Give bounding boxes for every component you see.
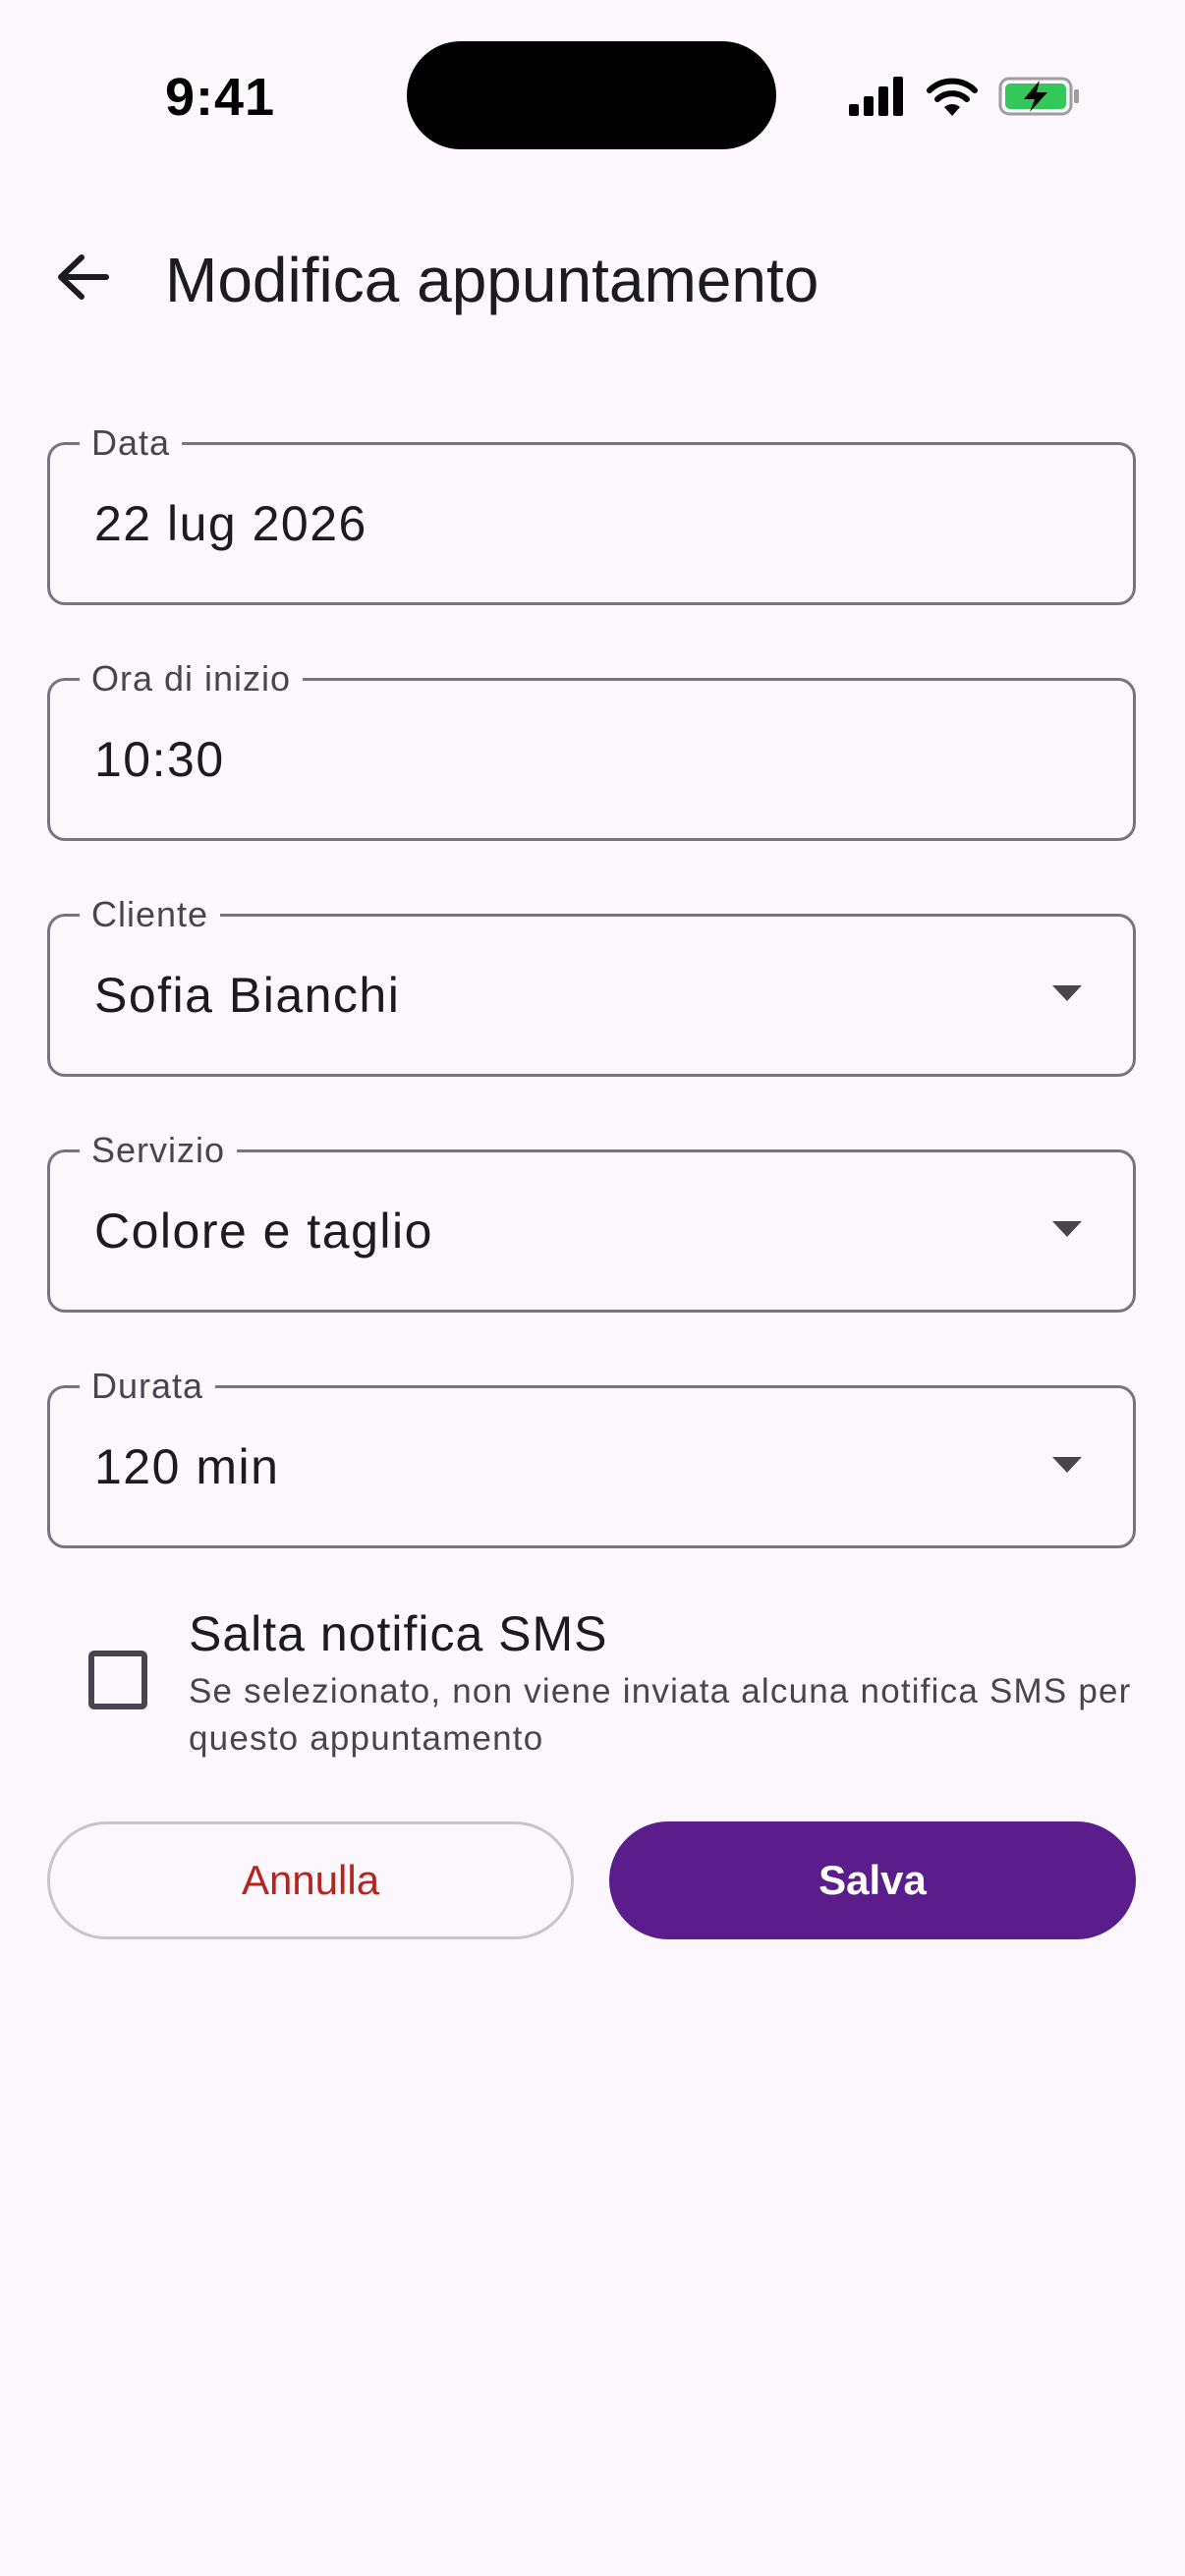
dynamic-island [407, 41, 776, 149]
triangle-down-icon [1052, 1457, 1082, 1473]
duration-dropdown-label: Durata [80, 1365, 216, 1408]
cellular-signal-icon [849, 77, 903, 116]
page-title: Modifica appuntamento [165, 245, 819, 315]
status-icons [849, 73, 1085, 120]
triangle-down-icon [1052, 985, 1082, 1001]
client-dropdown-label: Cliente [80, 893, 221, 936]
triangle-down-icon [1052, 1221, 1082, 1237]
start-time-field[interactable]: Ora di inizio 10:30 [47, 657, 1136, 841]
app-bar: Modifica appuntamento [0, 216, 1185, 338]
cancel-button[interactable]: Annulla [47, 1821, 574, 1939]
client-dropdown-value: Sofia Bianchi [94, 968, 401, 1023]
date-field-label: Data [80, 421, 183, 465]
battery-charging-icon [998, 77, 1079, 116]
duration-dropdown[interactable]: Durata 120 min [47, 1365, 1136, 1548]
skip-sms-checkbox[interactable] [88, 1651, 147, 1709]
skip-sms-subtitle: Se selezionato, non viene inviata alcuna… [189, 1672, 1132, 1758]
date-field[interactable]: Data 22 lug 2026 [47, 421, 1136, 605]
skip-sms-row[interactable]: Salta notifica SMS Se selezionato, non v… [47, 1601, 1136, 1759]
client-dropdown[interactable]: Cliente Sofia Bianchi [47, 893, 1136, 1077]
service-dropdown-value: Colore e taglio [94, 1204, 433, 1259]
status-bar: 9:41 [0, 0, 1185, 196]
start-time-field-value: 10:30 [94, 732, 225, 787]
skip-sms-title: Salta notifica SMS [189, 1606, 608, 1661]
duration-dropdown-value: 120 min [94, 1439, 280, 1494]
status-time: 9:41 [165, 68, 276, 127]
date-field-value: 22 lug 2026 [94, 496, 367, 551]
arrow-left-icon [58, 254, 109, 300]
service-dropdown-label: Servizio [80, 1129, 238, 1172]
back-button[interactable] [35, 238, 130, 316]
wifi-icon [927, 78, 978, 116]
start-time-field-label: Ora di inizio [80, 657, 304, 700]
save-button[interactable]: Salva [609, 1821, 1136, 1939]
service-dropdown[interactable]: Servizio Colore e taglio [47, 1129, 1136, 1313]
